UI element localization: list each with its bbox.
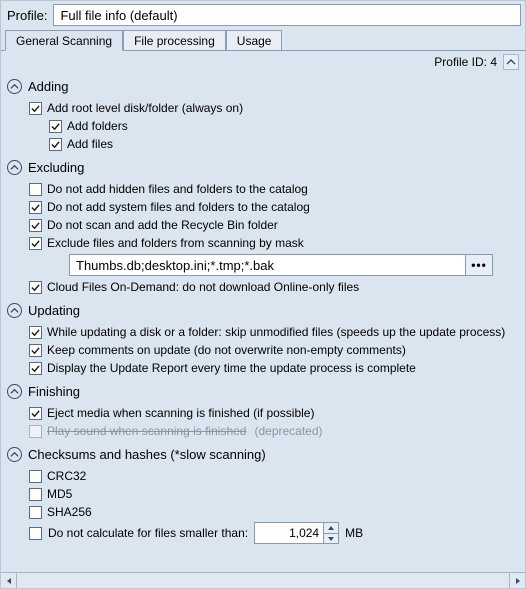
label-add-root: Add root level disk/folder (always on) <box>47 100 243 116</box>
label-exclude-mask: Exclude files and folders from scanning … <box>47 235 304 251</box>
label-add-folders: Add folders <box>67 118 128 134</box>
caret-right-icon <box>514 577 522 585</box>
label-md5: MD5 <box>47 486 72 502</box>
label-eject-media: Eject media when scanning is finished (i… <box>47 405 314 421</box>
section-finishing: Finishing Eject media when scanning is f… <box>7 384 519 439</box>
checkbox-exclude-hidden[interactable] <box>29 183 42 196</box>
section-adding: Adding Add root level disk/folder (alway… <box>7 79 519 152</box>
checkbox-exclude-system[interactable] <box>29 201 42 214</box>
caret-left-icon <box>5 577 13 585</box>
scroll-up-button[interactable] <box>503 54 519 70</box>
chevron-up-icon <box>7 79 22 94</box>
checkbox-add-root[interactable] <box>29 102 42 115</box>
scroll-right-button[interactable] <box>509 573 525 588</box>
profile-name-input[interactable] <box>53 4 521 26</box>
checkbox-add-files[interactable] <box>49 138 62 151</box>
min-size-unit: MB <box>345 526 363 540</box>
section-updating-header[interactable]: Updating <box>7 303 519 318</box>
label-exclude-recycle: Do not scan and add the Recycle Bin fold… <box>47 217 278 233</box>
checkbox-skip-unmodified[interactable] <box>29 326 42 339</box>
chevron-up-icon <box>7 303 22 318</box>
checkbox-play-sound <box>29 425 42 438</box>
label-sha256: SHA256 <box>47 504 92 520</box>
label-skip-unmodified: While updating a disk or a folder: skip … <box>47 324 505 340</box>
tab-strip: General Scanning File processing Usage <box>1 29 525 51</box>
chevron-up-icon <box>506 57 516 67</box>
chevron-up-icon <box>7 447 22 462</box>
checkbox-exclude-mask[interactable] <box>29 237 42 250</box>
caret-up-icon <box>327 525 335 531</box>
profile-row: Profile: <box>1 1 525 29</box>
section-finishing-title: Finishing <box>28 384 80 399</box>
spinner-down-button[interactable] <box>324 533 338 543</box>
chevron-up-icon <box>7 160 22 175</box>
checkbox-md5[interactable] <box>29 488 42 501</box>
section-updating: Updating While updating a disk or a fold… <box>7 303 519 376</box>
label-crc32: CRC32 <box>47 468 86 484</box>
checkbox-min-size[interactable] <box>29 527 42 540</box>
min-size-input[interactable] <box>254 522 324 544</box>
label-add-files: Add files <box>67 136 113 152</box>
label-min-size: Do not calculate for files smaller than: <box>48 526 248 540</box>
exclude-mask-browse-button[interactable]: ••• <box>465 254 493 276</box>
checkbox-add-folders[interactable] <box>49 120 62 133</box>
label-exclude-hidden: Do not add hidden files and folders to t… <box>47 181 308 197</box>
section-adding-header[interactable]: Adding <box>7 79 519 94</box>
checkbox-sha256[interactable] <box>29 506 42 519</box>
profile-label: Profile: <box>7 8 47 23</box>
min-size-spinner <box>324 522 339 544</box>
caret-down-icon <box>327 536 335 542</box>
meta-row: Profile ID: 4 <box>1 51 525 71</box>
label-keep-comments: Keep comments on update (do not overwrit… <box>47 342 406 358</box>
checkbox-update-report[interactable] <box>29 362 42 375</box>
section-checksums-header[interactable]: Checksums and hashes (*slow scanning) <box>7 447 519 462</box>
section-excluding-title: Excluding <box>28 160 84 175</box>
checkbox-keep-comments[interactable] <box>29 344 42 357</box>
section-checksums-title: Checksums and hashes (*slow scanning) <box>28 447 266 462</box>
label-play-sound: Play sound when scanning is finished <box>47 423 246 439</box>
tab-usage[interactable]: Usage <box>226 30 283 51</box>
spinner-up-button[interactable] <box>324 523 338 533</box>
checkbox-crc32[interactable] <box>29 470 42 483</box>
checkbox-exclude-recycle[interactable] <box>29 219 42 232</box>
chevron-up-icon <box>7 384 22 399</box>
settings-window: Profile: General Scanning File processin… <box>0 0 526 589</box>
tab-general-scanning[interactable]: General Scanning <box>5 30 123 51</box>
exclude-mask-input[interactable] <box>69 254 465 276</box>
content-panel: Adding Add root level disk/folder (alway… <box>1 71 525 572</box>
label-deprecated: (deprecated) <box>254 423 322 439</box>
section-adding-title: Adding <box>28 79 68 94</box>
section-excluding-header[interactable]: Excluding <box>7 160 519 175</box>
profile-id-label: Profile ID: 4 <box>434 55 497 69</box>
horizontal-scrollbar[interactable] <box>1 572 525 588</box>
section-checksums: Checksums and hashes (*slow scanning) CR… <box>7 447 519 544</box>
tab-file-processing[interactable]: File processing <box>123 30 226 51</box>
checkbox-cloud-ondemand[interactable] <box>29 281 42 294</box>
label-cloud-ondemand: Cloud Files On-Demand: do not download O… <box>47 279 359 295</box>
label-update-report: Display the Update Report every time the… <box>47 360 416 376</box>
section-updating-title: Updating <box>28 303 80 318</box>
section-excluding: Excluding Do not add hidden files and fo… <box>7 160 519 295</box>
label-exclude-system: Do not add system files and folders to t… <box>47 199 310 215</box>
section-finishing-header[interactable]: Finishing <box>7 384 519 399</box>
checkbox-eject-media[interactable] <box>29 407 42 420</box>
scroll-left-button[interactable] <box>1 573 17 588</box>
